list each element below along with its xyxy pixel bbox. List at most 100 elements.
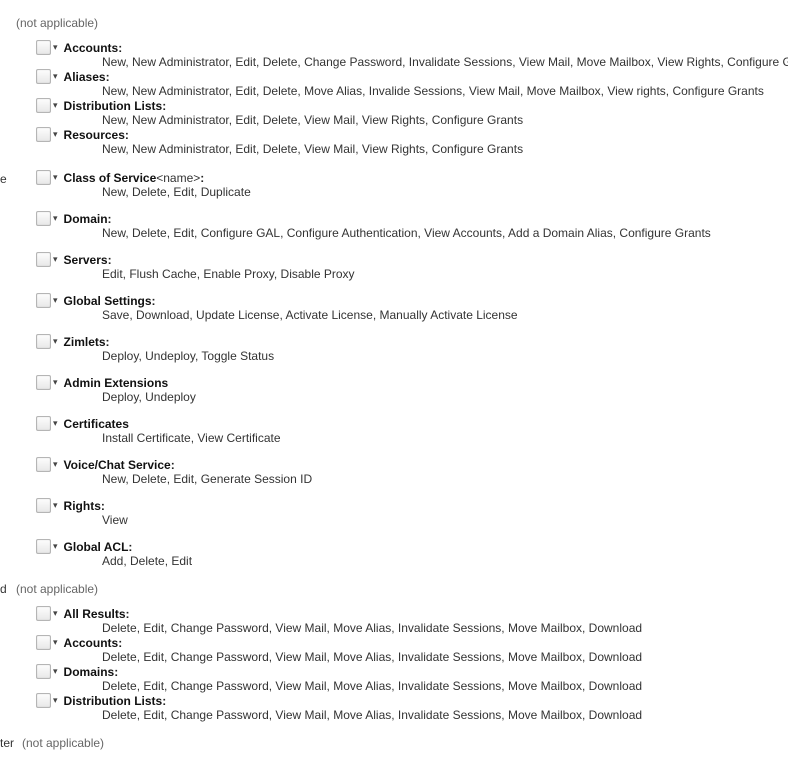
caret-down-icon: ▾ (53, 43, 58, 52)
expander-adminext[interactable]: ▾ (36, 375, 58, 390)
section-title-colon-aliases: : (106, 70, 110, 84)
section-title-cos: Class of Service (64, 171, 157, 185)
section-accounts: ▾Accounts:New, New Administrator, Edit, … (36, 40, 788, 69)
expand-box-icon (36, 211, 51, 226)
expander-certs[interactable]: ▾ (36, 416, 58, 431)
not-applicable-label-1: (not applicable) (16, 16, 98, 30)
expand-box-icon (36, 127, 51, 142)
section-title-allresults: All Results (64, 607, 126, 621)
caret-down-icon: ▾ (53, 173, 58, 182)
section-gacl: ▾Global ACL:Add, Delete, Edit (36, 539, 788, 568)
section-ops-allresults: Delete, Edit, Change Password, View Mail… (102, 621, 788, 635)
caret-down-icon: ▾ (53, 609, 58, 618)
section-title-colon-domains2: : (114, 665, 118, 679)
section-ops-certs: Install Certificate, View Certificate (102, 431, 788, 445)
expand-box-icon (36, 293, 51, 308)
group-addresses: ▾Accounts:New, New Administrator, Edit, … (0, 40, 788, 156)
caret-down-icon: ▾ (53, 460, 58, 469)
section-voicechat: ▾Voice/Chat Service:New, Delete, Edit, G… (36, 457, 788, 486)
section-distlists: ▾Distribution Lists:New, New Administrat… (36, 98, 788, 127)
section-title-colon-gacl: : (128, 540, 132, 554)
expander-accounts[interactable]: ▾ (36, 40, 58, 55)
expand-box-icon (36, 693, 51, 708)
expand-box-icon (36, 606, 51, 621)
section-title-colon-distlists: : (162, 99, 166, 113)
caret-down-icon: ▾ (53, 296, 58, 305)
section-ops-rights: View (102, 513, 788, 527)
expander-cos[interactable]: ▾ (36, 170, 58, 185)
section-title-colon-allresults: : (126, 607, 130, 621)
section-title-gsettings: Global Settings (64, 294, 152, 308)
section-adminext: ▾ Admin ExtensionsDeploy, Undeploy (36, 375, 788, 404)
section-ops-adminext: Deploy, Undeploy (102, 390, 788, 404)
caret-down-icon: ▾ (53, 101, 58, 110)
expand-box-icon (36, 69, 51, 84)
section-title-rights: Rights (64, 499, 101, 513)
caret-down-icon: ▾ (53, 337, 58, 346)
group-results: ▾All Results:Delete, Edit, Change Passwo… (0, 606, 788, 722)
expand-box-icon (36, 40, 51, 55)
section-domain: ▾ Domain:New, Delete, Edit, Configure GAL… (36, 211, 788, 240)
section-title-colon-accounts2: : (118, 636, 122, 650)
caret-down-icon: ▾ (53, 501, 58, 510)
section-title-domain: Domain (64, 212, 108, 226)
caret-down-icon: ▾ (53, 667, 58, 676)
section-ops-gsettings: Save, Download, Update License, Activate… (102, 308, 788, 322)
section-title-colon-gsettings: : (152, 294, 156, 308)
section-ops-accounts2: Delete, Edit, Change Password, View Mail… (102, 650, 788, 664)
expander-resources[interactable]: ▾ (36, 127, 58, 142)
section-ops-distlists: New, New Administrator, Edit, Delete, Vi… (102, 113, 788, 127)
section-title-accounts2: Accounts (64, 636, 119, 650)
expander-servers[interactable]: ▾ (36, 252, 58, 267)
section-domains2: ▾Domains:Delete, Edit, Change Password, … (36, 664, 788, 693)
section-aliases: ▾Aliases:New, New Administrator, Edit, D… (36, 69, 788, 98)
section-ops-domain: New, Delete, Edit, Configure GAL, Config… (102, 226, 788, 240)
section-gsettings: ▾ Global Settings:Save, Download, Update … (36, 293, 788, 322)
expander-gsettings[interactable]: ▾ (36, 293, 58, 308)
section-title-colon-domain: : (108, 212, 112, 226)
section-distlists2: ▾ Distribution Lists:Delete, Edit, Change… (36, 693, 788, 722)
section-resources: ▾Resources:New, New Administrator, Edit,… (36, 127, 788, 156)
expander-distlists[interactable]: ▾ (36, 98, 58, 113)
expand-box-icon (36, 252, 51, 267)
expander-distlists2[interactable]: ▾ (36, 693, 58, 708)
section-title-aliases: Aliases (64, 70, 106, 84)
expand-box-icon (36, 334, 51, 349)
expand-box-icon (36, 98, 51, 113)
not-applicable-label-3: (not applicable) (22, 736, 104, 750)
section-ops-distlists2: Delete, Edit, Change Password, View Mail… (102, 708, 788, 722)
caret-down-icon: ▾ (53, 378, 58, 387)
section-title-colon-cos: : (200, 171, 204, 185)
left-fragment-d: d (0, 582, 16, 596)
section-title-adminext: Admin Extensions (64, 376, 169, 390)
section-ops-cos: New, Delete, Edit, Duplicate (102, 185, 788, 199)
expander-domains2[interactable]: ▾ (36, 664, 58, 679)
section-ops-zimlets: Deploy, Undeploy, Toggle Status (102, 349, 788, 363)
expand-box-icon (36, 498, 51, 513)
caret-down-icon: ▾ (53, 638, 58, 647)
section-title-suffix-cos: <name> (156, 171, 200, 185)
section-title-colon-distlists2: : (162, 694, 166, 708)
expander-allresults[interactable]: ▾ (36, 606, 58, 621)
section-title-zimlets: Zimlets (64, 335, 106, 349)
expander-voicechat[interactable]: ▾ (36, 457, 58, 472)
section-title-distlists2: Distribution Lists (64, 694, 163, 708)
section-rights: ▾ Rights:View (36, 498, 788, 527)
expander-gacl[interactable]: ▾ (36, 539, 58, 554)
section-title-resources: Resources (64, 128, 125, 142)
expander-aliases[interactable]: ▾ (36, 69, 58, 84)
caret-down-icon: ▾ (53, 542, 58, 551)
section-title-colon-zimlets: : (106, 335, 110, 349)
section-ops-domains2: Delete, Edit, Change Password, View Mail… (102, 679, 788, 693)
expander-domain[interactable]: ▾ (36, 211, 58, 226)
expander-rights[interactable]: ▾ (36, 498, 58, 513)
expand-box-icon (36, 635, 51, 650)
section-title-colon-voicechat: : (171, 458, 175, 472)
expander-zimlets[interactable]: ▾ (36, 334, 58, 349)
section-accounts2: ▾ Accounts:Delete, Edit, Change Password,… (36, 635, 788, 664)
caret-down-icon: ▾ (53, 130, 58, 139)
section-title-colon-rights: : (101, 499, 105, 513)
section-ops-voicechat: New, Delete, Edit, Generate Session ID (102, 472, 788, 486)
caret-down-icon: ▾ (53, 255, 58, 264)
expander-accounts2[interactable]: ▾ (36, 635, 58, 650)
